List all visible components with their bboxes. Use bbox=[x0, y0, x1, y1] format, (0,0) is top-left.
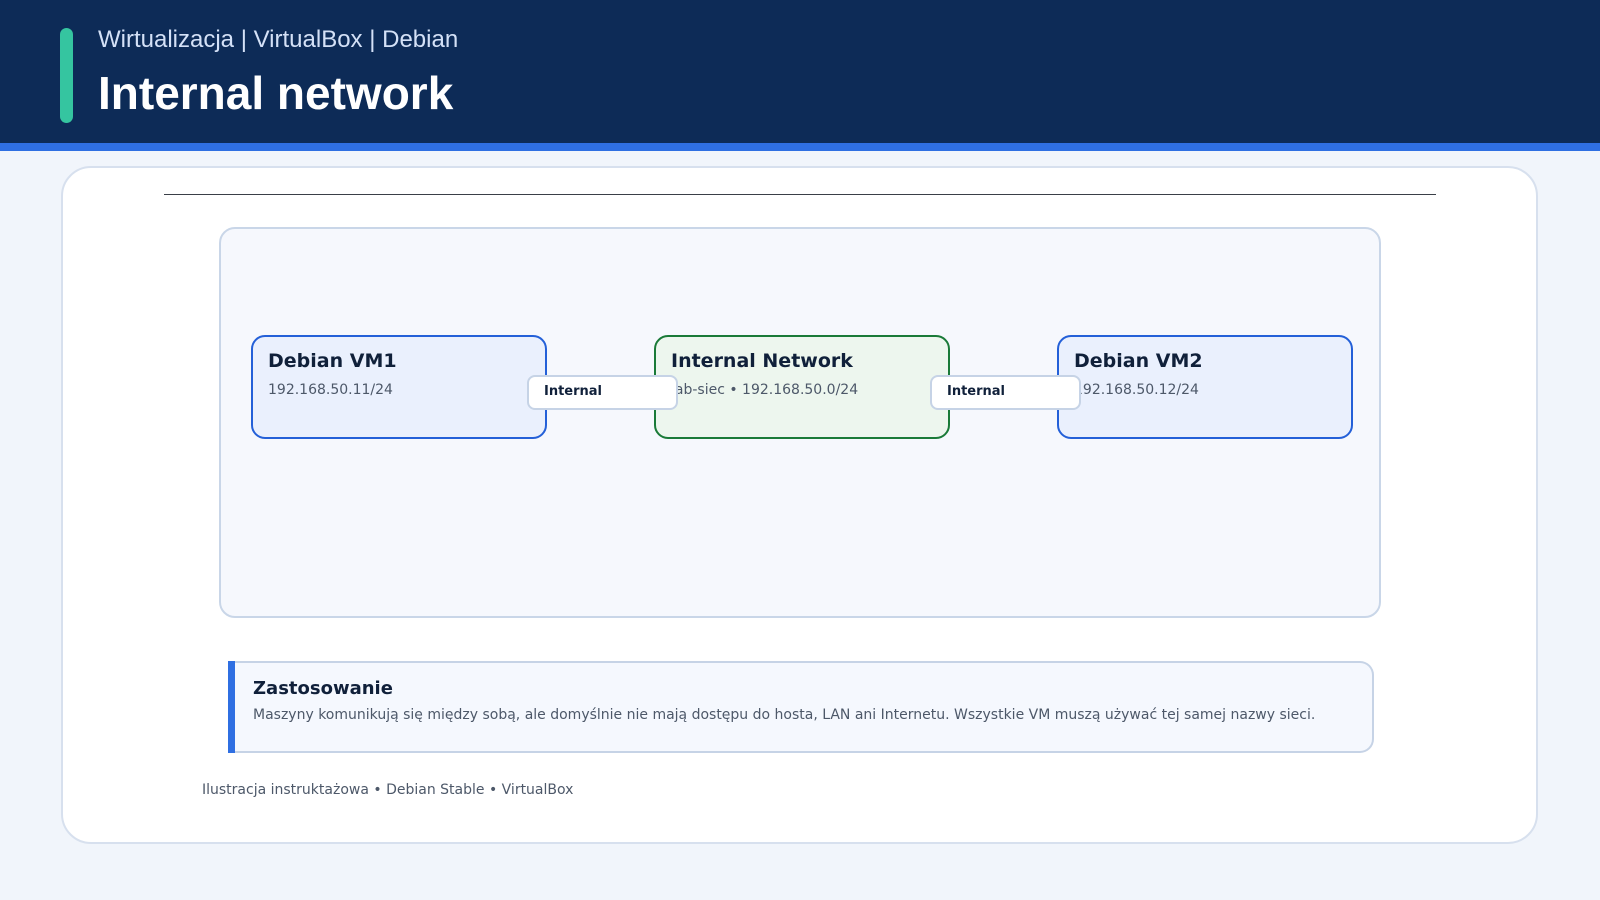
header-underline bbox=[0, 143, 1600, 151]
node-address: 192.168.50.12/24 bbox=[1074, 382, 1199, 398]
node-title: Debian VM2 bbox=[1074, 350, 1203, 372]
divider bbox=[164, 194, 1436, 195]
network-diagram: Debian VM1 192.168.50.11/24 Internal Net… bbox=[219, 227, 1381, 618]
footer-caption: Ilustracja instruktażowa • Debian Stable… bbox=[202, 782, 574, 798]
node-title: Debian VM1 bbox=[268, 350, 397, 372]
header-accent-bar bbox=[60, 28, 73, 123]
node-internal-network: Internal Network lab-siec • 192.168.50.0… bbox=[654, 335, 950, 439]
node-debian-vm1: Debian VM1 192.168.50.11/24 bbox=[251, 335, 547, 439]
usage-note: Zastosowanie Maszyny komunikują się międ… bbox=[228, 661, 1374, 753]
node-title: Internal Network bbox=[671, 350, 853, 372]
link-label-text: Internal bbox=[544, 384, 603, 399]
note-title: Zastosowanie bbox=[253, 678, 393, 699]
node-address: 192.168.50.11/24 bbox=[268, 382, 393, 398]
link-label-vm2: Internal bbox=[930, 375, 1081, 410]
link-label-vm1: Internal bbox=[527, 375, 678, 410]
note-text: Maszyny komunikują się między sobą, ale … bbox=[253, 707, 1316, 723]
page-subtitle: Wirtualizacja | VirtualBox | Debian bbox=[98, 26, 459, 53]
node-address: lab-siec • 192.168.50.0/24 bbox=[671, 382, 859, 398]
note-accent-bar bbox=[228, 661, 235, 753]
link-label-text: Internal bbox=[947, 384, 1006, 399]
page-title: Internal network bbox=[98, 67, 454, 119]
node-debian-vm2: Debian VM2 192.168.50.12/24 bbox=[1057, 335, 1353, 439]
